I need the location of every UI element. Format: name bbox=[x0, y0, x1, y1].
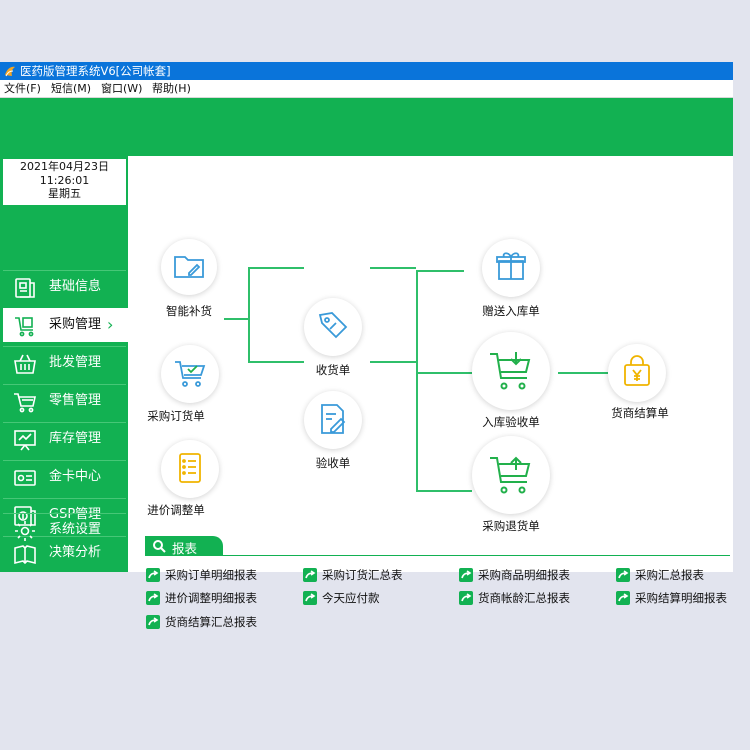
main-window: 医药版管理系统V6[公司帐套] 文件(F) 短信(M) 窗口(W) 帮助(H) … bbox=[0, 62, 733, 629]
node-label: 赠送入库单 bbox=[482, 304, 540, 318]
report-label: 采购结算明细报表 bbox=[635, 591, 727, 605]
flow-connector bbox=[416, 490, 472, 492]
document-list-icon bbox=[179, 453, 201, 483]
purchase-icon bbox=[15, 317, 34, 337]
board-icon bbox=[14, 430, 36, 451]
flow-connector bbox=[248, 267, 250, 361]
report-label: 采购订单明细报表 bbox=[165, 568, 257, 582]
sidebar: 2021年04月23日 11:26:01 星期五 基础信息 采购管理 › 批发管… bbox=[0, 156, 128, 572]
reports-divider bbox=[145, 555, 730, 556]
cart-icon bbox=[14, 393, 36, 413]
reports-header: 报表 bbox=[145, 536, 223, 556]
flow-connector bbox=[416, 372, 472, 374]
report-label: 采购汇总报表 bbox=[635, 568, 704, 582]
sidebar-item-wholesale[interactable]: 批发管理 bbox=[3, 346, 126, 380]
sidebar-item-label: 库存管理 bbox=[49, 431, 102, 446]
clock-date: 2021年04月23日 bbox=[20, 160, 109, 173]
title-bar: 医药版管理系统V6[公司帐套] bbox=[0, 62, 733, 80]
node-label: 收货单 bbox=[315, 363, 351, 377]
clock-weekday: 星期五 bbox=[48, 187, 81, 200]
cart-in-icon bbox=[490, 352, 531, 390]
node-label: 验收单 bbox=[315, 456, 351, 470]
folder-edit-icon bbox=[174, 256, 204, 278]
sidebar-item-label: 批发管理 bbox=[49, 355, 102, 370]
shopping-bag-yen-icon bbox=[624, 355, 650, 386]
header-banner bbox=[0, 98, 733, 156]
card-icon bbox=[14, 470, 36, 486]
node-label: 智能补货 bbox=[166, 304, 212, 318]
arrow-icon bbox=[459, 568, 473, 582]
clock-panel: 2021年04月23日 11:26:01 星期五 bbox=[3, 159, 126, 205]
cart-return-icon bbox=[490, 456, 531, 494]
arrow-icon bbox=[146, 591, 160, 605]
menu-window[interactable]: 窗口(W) bbox=[101, 81, 142, 96]
report-label: 货商帐龄汇总报表 bbox=[478, 591, 570, 605]
node-label: 进价调整单 bbox=[147, 503, 205, 517]
basket-icon bbox=[14, 354, 36, 374]
arrow-icon bbox=[459, 591, 473, 605]
tag-icon bbox=[318, 312, 348, 339]
gift-icon bbox=[496, 252, 526, 280]
info-doc-icon bbox=[15, 278, 35, 298]
arrow-icon bbox=[616, 568, 630, 582]
report-label: 进价调整明细报表 bbox=[165, 591, 257, 605]
menu-bar: 文件(F) 短信(M) 窗口(W) 帮助(H) bbox=[0, 80, 733, 98]
node-label: 采购退货单 bbox=[482, 519, 540, 533]
purchase-flow-panel: 智能补货 采购订货单 进价调整单 收货单 验收单 赠送入库单 入库验收单 采购退… bbox=[128, 156, 733, 629]
window-title: 医药版管理系统V6[公司帐套] bbox=[20, 64, 171, 78]
report-label: 今天应付款 bbox=[322, 591, 380, 605]
menu-help[interactable]: 帮助(H) bbox=[152, 81, 191, 96]
arrow-icon bbox=[146, 615, 160, 629]
flow-connector bbox=[248, 267, 304, 269]
sidebar-item-label: 系统设置 bbox=[49, 522, 102, 537]
arrow-icon bbox=[303, 591, 317, 605]
sidebar-item-label: 采购管理 bbox=[49, 317, 102, 332]
menu-file[interactable]: 文件(F) bbox=[4, 81, 41, 96]
report-label: 采购订货汇总表 bbox=[322, 568, 403, 582]
arrow-icon bbox=[616, 591, 630, 605]
report-label: 货商结算汇总报表 bbox=[165, 615, 257, 629]
node-label: 货商结算单 bbox=[611, 406, 669, 420]
menu-sms[interactable]: 短信(M) bbox=[51, 81, 91, 96]
node-label: 入库验收单 bbox=[482, 415, 540, 429]
sidebar-item-label: 决策分析 bbox=[49, 545, 102, 560]
arrow-icon bbox=[303, 568, 317, 582]
app-logo-icon bbox=[5, 66, 15, 77]
node-label: 采购订货单 bbox=[147, 409, 205, 423]
sidebar-item-label: 金卡中心 bbox=[49, 469, 102, 484]
flow-connector bbox=[370, 267, 416, 269]
sidebar-item-card-center[interactable]: 金卡中心 bbox=[3, 460, 126, 494]
sidebar-item-basic-info[interactable]: 基础信息 bbox=[3, 270, 126, 304]
flow-connector bbox=[416, 270, 464, 272]
sidebar-item-purchase[interactable]: 采购管理 › bbox=[3, 308, 128, 342]
clock-time: 11:26:01 bbox=[39, 173, 90, 187]
sidebar-item-retail[interactable]: 零售管理 bbox=[3, 384, 126, 418]
search-icon bbox=[153, 540, 166, 553]
report-label: 采购商品明细报表 bbox=[478, 568, 570, 582]
sidebar-item-label: 基础信息 bbox=[49, 279, 102, 294]
chevron-right-icon: › bbox=[107, 315, 114, 334]
document-edit-icon bbox=[321, 404, 346, 434]
gear-icon bbox=[15, 521, 35, 541]
sidebar-item-label: 零售管理 bbox=[49, 393, 102, 408]
flow-connector bbox=[558, 372, 608, 374]
flow-connector bbox=[224, 318, 248, 320]
sidebar-item-inventory[interactable]: 库存管理 bbox=[3, 422, 126, 456]
flow-connector bbox=[416, 270, 418, 492]
arrow-icon bbox=[146, 568, 160, 582]
sidebar-item-settings[interactable]: 系统设置 bbox=[3, 513, 126, 547]
cart-check-icon bbox=[175, 361, 206, 387]
